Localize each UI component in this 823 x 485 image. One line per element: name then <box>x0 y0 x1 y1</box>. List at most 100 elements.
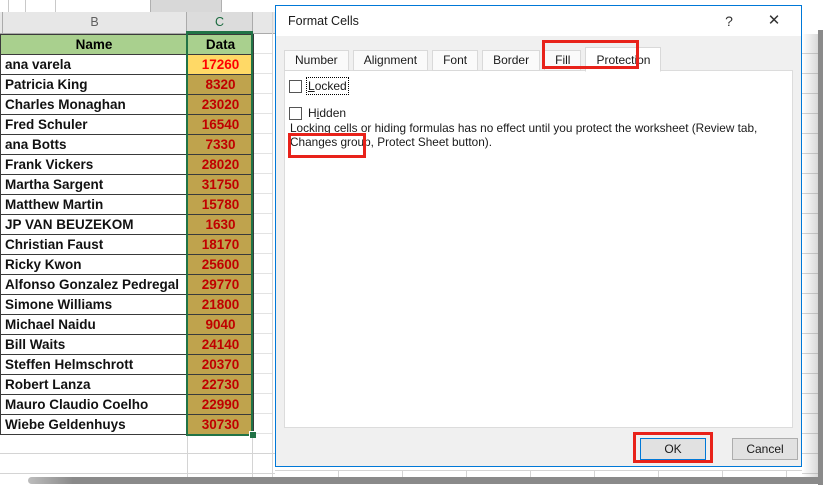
sheet-below-dialog <box>275 470 802 477</box>
sheet-right-of-dialog <box>802 34 818 477</box>
name-cell[interactable]: Patricia King <box>1 75 188 95</box>
data-cell[interactable]: 21800 <box>188 295 254 315</box>
dialog-title: Format Cells <box>288 14 359 28</box>
selection-border-left <box>186 33 188 436</box>
table-body: ana varela 17260 Patricia King 8320 Charles … <box>1 55 254 435</box>
data-cell[interactable]: 9040 <box>188 315 254 335</box>
data-cell[interactable]: 24140 <box>188 335 254 355</box>
gridline <box>272 12 273 477</box>
table-row: Martha Sargent 31750 <box>1 175 254 195</box>
hidden-checkbox[interactable] <box>289 106 302 120</box>
table-row: Simone Williams 21800 <box>1 295 254 315</box>
name-cell[interactable]: Ricky Kwon <box>1 255 188 275</box>
selection-border-right <box>251 33 253 436</box>
name-cell[interactable]: Martha Sargent <box>1 175 188 195</box>
name-cell[interactable]: Christian Faust <box>1 235 188 255</box>
tab-border[interactable]: Border <box>482 50 541 71</box>
locked-row: Locked <box>289 77 349 95</box>
name-cell[interactable]: Simone Williams <box>1 295 188 315</box>
table-row: Patricia King 8320 <box>1 75 254 95</box>
name-cell[interactable]: ana Botts <box>1 135 188 155</box>
data-cell[interactable]: 20370 <box>188 355 254 375</box>
ok-button[interactable]: OK <box>640 438 706 460</box>
data-cell[interactable]: 30730 <box>188 415 254 435</box>
data-cell[interactable]: 8320 <box>188 75 254 95</box>
format-cells-dialog: Format Cells ? ✕ Number Alignment Font Bord… <box>275 5 802 467</box>
name-cell[interactable]: Wiebe Geldenhuys <box>1 415 188 435</box>
table-row: Christian Faust 18170 <box>1 235 254 255</box>
table-row: Wiebe Geldenhuys 30730 <box>1 415 254 435</box>
table-row: Alfonso Gonzalez Pedregal 29770 <box>1 275 254 295</box>
data-cell[interactable]: 28020 <box>188 155 254 175</box>
name-cell[interactable]: Michael Naidu <box>1 315 188 335</box>
table-row: Michael Naidu 9040 <box>1 315 254 335</box>
tab-font[interactable]: Font <box>432 50 479 71</box>
data-cell[interactable]: 22990 <box>188 395 254 415</box>
selection-fill-handle[interactable] <box>249 431 256 438</box>
data-cell[interactable]: 15780 <box>188 195 254 215</box>
gridline <box>0 453 275 454</box>
tab-number[interactable]: Number <box>284 50 349 71</box>
table-row: Mauro Claudio Coelho 22990 <box>1 395 254 415</box>
name-cell[interactable]: Charles Monaghan <box>1 95 188 115</box>
hidden-label[interactable]: Hidden <box>308 106 346 120</box>
name-cell[interactable]: Alfonso Gonzalez Pedregal <box>1 275 188 295</box>
excel-screen: B C Name Data ana varela 17260 Patricia Ki… <box>0 0 823 485</box>
data-cell[interactable]: 7330 <box>188 135 254 155</box>
data-table: Name Data ana varela 17260 Patricia King 83… <box>0 34 254 435</box>
divider <box>55 0 56 12</box>
gridline <box>252 434 253 477</box>
data-cell[interactable]: 16540 <box>188 115 254 135</box>
tab-fill[interactable]: Fill <box>544 50 582 71</box>
tab-alignment[interactable]: Alignment <box>352 50 429 71</box>
name-cell[interactable]: Mauro Claudio Coelho <box>1 395 188 415</box>
name-cell[interactable]: Matthew Martin <box>1 195 188 215</box>
locked-checkbox[interactable] <box>289 79 302 93</box>
window-edge-bottom <box>28 477 823 484</box>
window-edge-right <box>818 30 823 485</box>
table-row: Robert Lanza 22730 <box>1 375 254 395</box>
table-row: Ricky Kwon 25600 <box>1 255 254 275</box>
table-row: Steffen Helmschrott 20370 <box>1 355 254 375</box>
gridline <box>0 473 275 474</box>
data-cell[interactable]: 18170 <box>188 235 254 255</box>
selection-border-bottom <box>186 434 253 436</box>
name-cell[interactable]: Steffen Helmschrott <box>1 355 188 375</box>
table-row: Charles Monaghan 23020 <box>1 95 254 115</box>
name-cell[interactable]: Robert Lanza <box>1 375 188 395</box>
tab-strip: Number Alignment Font Border Fill Protection <box>284 46 662 72</box>
data-cell[interactable]: 23020 <box>188 95 254 115</box>
top-strip-box <box>150 0 222 12</box>
help-icon[interactable]: ? <box>714 6 744 36</box>
data-cell[interactable]: 25600 <box>188 255 254 275</box>
protection-description: Locking cells or hiding formulas has no … <box>290 121 758 149</box>
table-row: ana Botts 7330 <box>1 135 254 155</box>
name-cell[interactable]: Bill Waits <box>1 335 188 355</box>
gridlines-column-d <box>254 34 272 434</box>
data-cell[interactable]: 29770 <box>188 275 254 295</box>
data-header-cell[interactable]: Data <box>188 35 254 55</box>
name-header-cell[interactable]: Name <box>1 35 188 55</box>
column-header-B[interactable]: B <box>3 12 187 34</box>
divider <box>25 0 26 12</box>
cancel-button[interactable]: Cancel <box>732 438 798 460</box>
name-cell[interactable]: ana varela <box>1 55 188 75</box>
name-cell[interactable]: Fred Schuler <box>1 115 188 135</box>
close-icon[interactable]: ✕ <box>759 6 789 36</box>
gridline <box>187 434 188 477</box>
name-cell[interactable]: JP VAN BEUZEKOM <box>1 215 188 235</box>
tab-protection[interactable]: Protection <box>585 47 662 72</box>
table-row: JP VAN BEUZEKOM 1630 <box>1 215 254 235</box>
hidden-row: Hidden <box>289 106 346 120</box>
table-row: ana varela 17260 <box>1 55 254 75</box>
table-header-row: Name Data <box>1 35 254 55</box>
data-cell[interactable]: 17260 <box>188 55 254 75</box>
locked-label[interactable]: Locked <box>306 77 349 95</box>
dialog-titlebar[interactable]: Format Cells ? ✕ <box>276 6 801 36</box>
table-row: Bill Waits 24140 <box>1 335 254 355</box>
table-row: Fred Schuler 16540 <box>1 115 254 135</box>
data-cell[interactable]: 22730 <box>188 375 254 395</box>
data-cell[interactable]: 31750 <box>188 175 254 195</box>
data-cell[interactable]: 1630 <box>188 215 254 235</box>
name-cell[interactable]: Frank Vickers <box>1 155 188 175</box>
